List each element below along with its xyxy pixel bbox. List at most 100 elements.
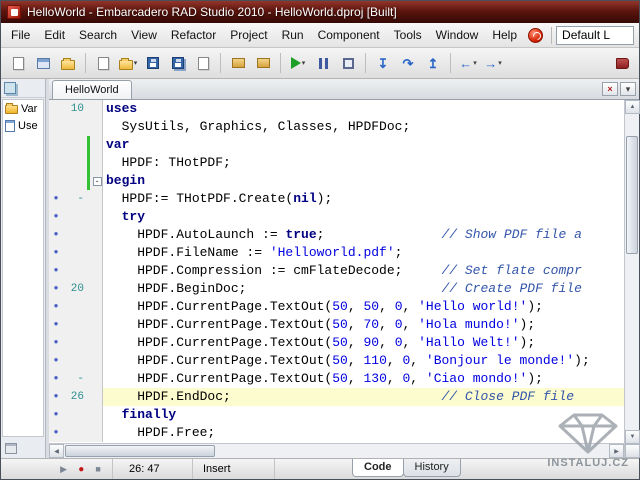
structure-view-icon[interactable] — [4, 82, 16, 94]
remove-from-project-button[interactable] — [251, 51, 275, 75]
menu-file[interactable]: File — [4, 24, 37, 46]
horizontal-scroll-thumb[interactable] — [65, 445, 215, 457]
vertical-scrollbar[interactable]: ▲ ▼ — [624, 100, 639, 458]
menu-tools[interactable]: Tools — [387, 24, 429, 46]
menu-project[interactable]: Project — [223, 24, 274, 46]
horizontal-scroll-track[interactable] — [215, 444, 609, 458]
code-line-25[interactable]: ●- HPDF.CurrentPage.TextOut(50, 130, 0, … — [49, 370, 624, 388]
gutter-dot[interactable] — [49, 154, 63, 172]
structure-item-use[interactable]: Use — [3, 117, 43, 134]
ide-window: HelloWorld - Embarcadero RAD Studio 2010… — [0, 0, 640, 480]
code-line-22[interactable]: ● HPDF.CurrentPage.TextOut(50, 70, 0, 'H… — [49, 316, 624, 334]
run-until-return-button[interactable]: ↥ — [421, 51, 445, 75]
structure-item-var[interactable]: Var — [3, 100, 43, 117]
menu-help[interactable]: Help — [485, 24, 524, 46]
code-text: HPDF.CurrentPage.TextOut(50, 70, 0, 'Hol… — [103, 316, 624, 334]
gutter-dot[interactable]: ● — [49, 226, 63, 244]
save-all-button[interactable] — [166, 51, 190, 75]
macro-play-button[interactable]: ▶ — [60, 464, 67, 475]
run-icon — [291, 57, 301, 69]
vertical-scroll-track[interactable] — [625, 114, 639, 430]
code-line-21[interactable]: ● HPDF.CurrentPage.TextOut(50, 50, 0, 'H… — [49, 298, 624, 316]
tab-helloworld[interactable]: HelloWorld — [52, 80, 132, 99]
menu-view[interactable]: View — [124, 24, 164, 46]
macro-record-button[interactable]: ● — [78, 464, 84, 475]
macro-stop-button[interactable]: ■ — [95, 464, 100, 474]
insert-mode-indicator: Insert — [193, 459, 275, 479]
code-area[interactable]: 10uses SysUtils, Graphics, Classes, HPDF… — [49, 100, 624, 458]
gutter-dot[interactable]: ● — [49, 406, 63, 424]
gutter-dot[interactable]: ● — [49, 190, 63, 208]
gutter-dot[interactable]: ● — [49, 316, 63, 334]
code-line-19[interactable]: ● HPDF.Compression := cmFlateDecode; // … — [49, 262, 624, 280]
gutter-dot[interactable]: ● — [49, 298, 63, 316]
gutter-dot[interactable]: ● — [49, 262, 63, 280]
add-to-project-button[interactable] — [226, 51, 250, 75]
code-line-14[interactable]: -begin — [49, 172, 624, 190]
trace-into-button[interactable]: ↧ — [371, 51, 395, 75]
help-insight-button[interactable] — [610, 51, 634, 75]
horizontal-scrollbar[interactable]: ◀ ▶ — [49, 443, 624, 458]
code-line-11[interactable]: SysUtils, Graphics, Classes, HPDFDoc; — [49, 118, 624, 136]
code-line-20[interactable]: ●20 HPDF.BeginDoc; // Create PDF file — [49, 280, 624, 298]
code-line-26[interactable]: ●26 HPDF.EndDoc; // Close PDF file — [49, 388, 624, 406]
scroll-up-button[interactable]: ▲ — [625, 100, 640, 114]
titlebar[interactable]: HelloWorld - Embarcadero RAD Studio 2010… — [1, 1, 639, 23]
gutter-dot[interactable]: ● — [49, 388, 63, 406]
gutter-dot[interactable]: ● — [49, 424, 63, 442]
navigate-forward-button[interactable]: →▾ — [481, 51, 505, 75]
gutter-dot[interactable]: ● — [49, 370, 63, 388]
gutter-dot[interactable] — [49, 100, 63, 118]
gutter-dot[interactable]: ● — [49, 208, 63, 226]
gutter-dot[interactable] — [49, 118, 63, 136]
embarcadero-help-icon[interactable] — [528, 28, 543, 43]
bottom-tab-code[interactable]: Code — [352, 459, 404, 477]
new-items-button[interactable] — [6, 51, 30, 75]
open-button[interactable] — [56, 51, 80, 75]
menu-refactor[interactable]: Refactor — [164, 24, 223, 46]
toolbar-separator — [450, 53, 451, 73]
gutter-dot[interactable] — [49, 172, 63, 190]
scroll-right-button[interactable]: ▶ — [609, 444, 624, 458]
desktop-layout-select[interactable]: Default L — [556, 26, 634, 45]
code-line-27[interactable]: ● finally — [49, 406, 624, 424]
scroll-down-button[interactable]: ▼ — [625, 430, 640, 444]
new-unit-button[interactable] — [91, 51, 115, 75]
gutter-dot[interactable] — [49, 136, 63, 154]
step-over-button[interactable]: ↷ — [396, 51, 420, 75]
code-line-10[interactable]: 10uses — [49, 100, 624, 118]
code-line-12[interactable]: var — [49, 136, 624, 154]
pause-button[interactable] — [311, 51, 335, 75]
editor-views-button[interactable]: ▾ — [620, 82, 636, 96]
vertical-scroll-thumb[interactable] — [626, 136, 638, 254]
menu-component[interactable]: Component — [311, 24, 387, 46]
gutter-dot[interactable]: ● — [49, 244, 63, 262]
close-file-button[interactable] — [191, 51, 215, 75]
scroll-left-button[interactable]: ◀ — [49, 444, 64, 458]
menu-window[interactable]: Window — [429, 24, 486, 46]
menu-run[interactable]: Run — [275, 24, 311, 46]
editor-close-button[interactable]: × — [602, 82, 618, 96]
code-line-16[interactable]: ● try — [49, 208, 624, 226]
model-view-icon[interactable] — [5, 443, 17, 454]
code-line-15[interactable]: ●- HPDF:= THotPDF.Create(nil); — [49, 190, 624, 208]
bottom-tab-history[interactable]: History — [403, 459, 461, 477]
code-line-24[interactable]: ● HPDF.CurrentPage.TextOut(50, 110, 0, '… — [49, 352, 624, 370]
save-button[interactable] — [141, 51, 165, 75]
code-line-23[interactable]: ● HPDF.CurrentPage.TextOut(50, 90, 0, 'H… — [49, 334, 624, 352]
gutter-dot[interactable]: ● — [49, 280, 63, 298]
run-button[interactable]: ▾ — [286, 51, 310, 75]
code-line-13[interactable]: HPDF: THotPDF; — [49, 154, 624, 172]
code-line-17[interactable]: ● HPDF.AutoLaunch := true; // Show PDF f… — [49, 226, 624, 244]
gutter-dot[interactable]: ● — [49, 352, 63, 370]
program-reset-button[interactable] — [336, 51, 360, 75]
menu-search[interactable]: Search — [72, 24, 124, 46]
code-line-18[interactable]: ● HPDF.FileName := 'Helloworld.pdf'; — [49, 244, 624, 262]
code-line-28[interactable]: ● HPDF.Free; — [49, 424, 624, 442]
navigate-back-button[interactable]: ←▾ — [456, 51, 480, 75]
open-file-button[interactable]: ▾ — [116, 51, 140, 75]
fold-collapse-icon[interactable]: - — [93, 177, 102, 186]
menu-edit[interactable]: Edit — [37, 24, 72, 46]
gutter-dot[interactable]: ● — [49, 334, 63, 352]
new-form-button[interactable] — [31, 51, 55, 75]
